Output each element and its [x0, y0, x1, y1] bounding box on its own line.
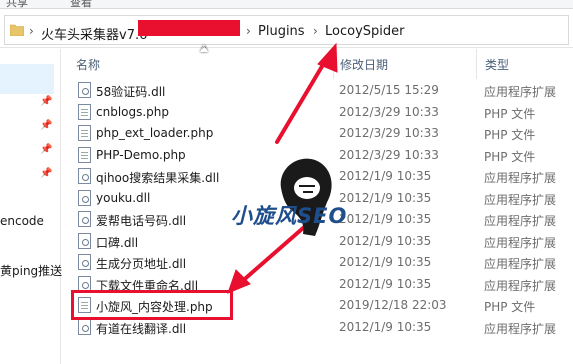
- php-file-icon: [78, 125, 91, 141]
- file-row[interactable]: 58验证码.dll 2012/5/15 15:29 应用程序扩展: [72, 80, 573, 101]
- pin-icon: 📌: [40, 168, 53, 179]
- file-name[interactable]: youku.dll: [96, 191, 150, 205]
- sidebar-selected-item[interactable]: [0, 64, 54, 94]
- sidebar-item-ping[interactable]: 黄ping推送: [0, 262, 62, 279]
- file-modified-date: 2012/1/9 10:35: [339, 319, 432, 334]
- dll-gear-icon: [78, 82, 91, 98]
- file-modified-date: 2012/1/9 10:35: [339, 276, 432, 291]
- pin-icon: 📌: [40, 120, 53, 131]
- file-type: 应用程序扩展: [484, 321, 557, 336]
- dll-gear-icon: [78, 211, 91, 227]
- file-type: PHP 文件: [484, 128, 536, 142]
- file-type: PHP 文件: [484, 106, 536, 121]
- file-modified-date: 2012/3/29 10:33: [339, 104, 439, 119]
- breadcrumb-app-folder[interactable]: 火车头采集器v7.6: [41, 24, 147, 43]
- file-name[interactable]: 58验证码.dll: [96, 83, 165, 100]
- breadcrumb-plugins[interactable]: Plugins: [258, 24, 305, 39]
- breadcrumb-separator[interactable]: ›: [246, 24, 251, 38]
- breadcrumb-separator[interactable]: ›: [313, 24, 318, 38]
- file-type: 应用程序扩展: [484, 85, 557, 99]
- file-name[interactable]: 有道在线翻译.dll: [96, 320, 186, 337]
- dll-gear-icon: [78, 232, 91, 249]
- column-divider[interactable]: [476, 49, 477, 79]
- sidebar-item-encode[interactable]: encode: [0, 214, 44, 228]
- file-type: PHP 文件: [484, 149, 536, 164]
- folder-icon: [10, 24, 24, 36]
- file-type: 应用程序扩展: [484, 235, 557, 250]
- file-name[interactable]: php_ext_loader.php: [96, 126, 213, 140]
- file-modified-date: 2012/5/15 15:29: [339, 83, 439, 97]
- breadcrumb-locoyspider[interactable]: LocoySpider: [325, 24, 404, 39]
- file-type: PHP 文件: [484, 300, 536, 314]
- ribbon-tab-share[interactable]: 共享: [6, 0, 28, 8]
- file-name[interactable]: 口碑.dll: [96, 234, 138, 251]
- php-file-icon: [78, 103, 91, 120]
- column-divider[interactable]: [333, 49, 334, 79]
- sort-ascending-icon: ^: [201, 45, 208, 54]
- navigation-pane: 📌 📌 📌 📌 encode 黄ping推送: [0, 49, 62, 364]
- file-row[interactable]: php_ext_loader.php 2012/3/29 10:33 PHP 文件: [72, 123, 573, 144]
- file-type: 应用程序扩展: [484, 257, 557, 271]
- column-header-name[interactable]: 名称: [76, 56, 100, 73]
- redaction-bar: [138, 20, 240, 36]
- dll-gear-icon: [78, 254, 91, 270]
- file-type: 应用程序扩展: [484, 192, 557, 207]
- address-bar: › 火车头采集器v7.6 › Plugins › LocoySpider: [0, 12, 573, 52]
- file-name[interactable]: qihoo搜索结果采集.dll: [96, 169, 219, 186]
- breadcrumb-separator[interactable]: ›: [29, 24, 34, 38]
- file-modified-date: 2012/3/29 10:33: [339, 126, 439, 140]
- file-name[interactable]: 生成分页地址.dll: [96, 255, 186, 272]
- php-file-icon: [78, 146, 91, 163]
- address-box[interactable]: › 火车头采集器v7.6 › Plugins › LocoySpider: [4, 15, 569, 45]
- ribbon: 共享 查看: [0, 0, 573, 9]
- file-name[interactable]: PHP-Demo.php: [96, 148, 186, 162]
- file-type: 应用程序扩展: [484, 171, 557, 185]
- dll-gear-icon: [78, 168, 91, 184]
- column-header-type[interactable]: 类型: [485, 56, 509, 73]
- column-header-date[interactable]: 修改日期: [340, 56, 388, 73]
- file-type: 应用程序扩展: [484, 214, 557, 228]
- dll-gear-icon: [78, 189, 91, 206]
- file-type: 应用程序扩展: [484, 278, 557, 293]
- file-name[interactable]: 爱帮电话号码.dll: [96, 212, 186, 229]
- arrow-to-locoyspider-head: [317, 42, 338, 73]
- file-modified-date: 2012/1/9 10:35: [339, 255, 432, 269]
- pin-icon: 📌: [40, 96, 53, 107]
- ribbon-tab-view[interactable]: 查看: [70, 0, 92, 8]
- watermark-text: 小旋风SEO: [231, 204, 348, 228]
- dll-gear-icon: [78, 318, 91, 335]
- highlight-box: [71, 290, 233, 320]
- watermark-logo-icon: [280, 158, 332, 236]
- pin-icon: 📌: [40, 144, 53, 155]
- file-row[interactable]: cnblogs.php 2012/3/29 10:33 PHP 文件: [72, 102, 573, 123]
- file-row[interactable]: 生成分页地址.dll 2012/1/9 10:35 应用程序扩展: [72, 252, 573, 273]
- file-modified-date: 2012/3/29 10:33: [339, 147, 439, 162]
- file-name[interactable]: cnblogs.php: [96, 105, 169, 119]
- file-modified-date: 2019/12/18 22:03: [339, 298, 447, 312]
